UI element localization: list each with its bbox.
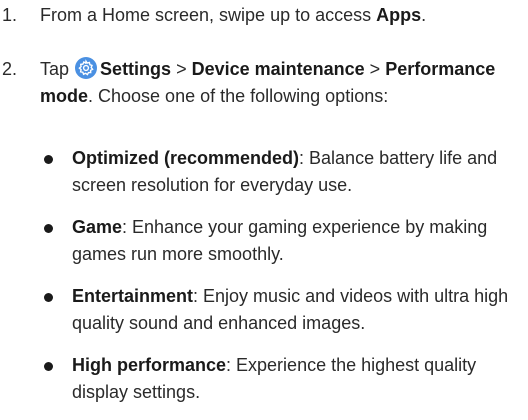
separator: > (364, 59, 386, 79)
option-title: Game (72, 217, 123, 237)
step-number: 1. (2, 5, 18, 25)
apps-label: Apps (376, 5, 422, 25)
step-number: 2. (2, 59, 18, 79)
option-text: Game: Enhance your gaming experience by … (72, 214, 518, 268)
step-1-prefix: From a Home screen, swipe up to access (40, 5, 377, 25)
option-text: Entertainment: Enjoy music and videos wi… (72, 283, 518, 337)
bullet-dot (44, 224, 53, 233)
separator: > (171, 59, 192, 79)
step-text: Tap Settings > Device maintenance > Perf… (40, 56, 518, 110)
option-title: Entertainment (72, 286, 194, 306)
step-text: From a Home screen, swipe up to access A… (40, 2, 518, 29)
gear-glyph (78, 59, 94, 76)
option-title: High performance (72, 355, 227, 375)
settings-gear-icon (75, 57, 98, 79)
bullet-dot (44, 293, 53, 302)
instructions-page: 1. From a Home screen, swipe up to acces… (0, 0, 528, 420)
tap-word: Tap (40, 59, 70, 79)
step-2-suffix: . Choose one of the following options: (88, 86, 389, 106)
option-title: Optimized (recommended) (72, 148, 300, 168)
bullet-dot (44, 362, 53, 371)
device-maintenance-label: Device maintenance (191, 59, 365, 79)
step-1-suffix: . (421, 5, 427, 25)
option-text: Optimized (recommended): Balance battery… (72, 145, 518, 199)
option-text: High performance: Experience the highest… (72, 352, 518, 406)
bullet-dot (44, 155, 53, 164)
settings-label: Settings (100, 59, 172, 79)
option-desc: : Enhance your gaming experience by maki… (72, 217, 488, 264)
